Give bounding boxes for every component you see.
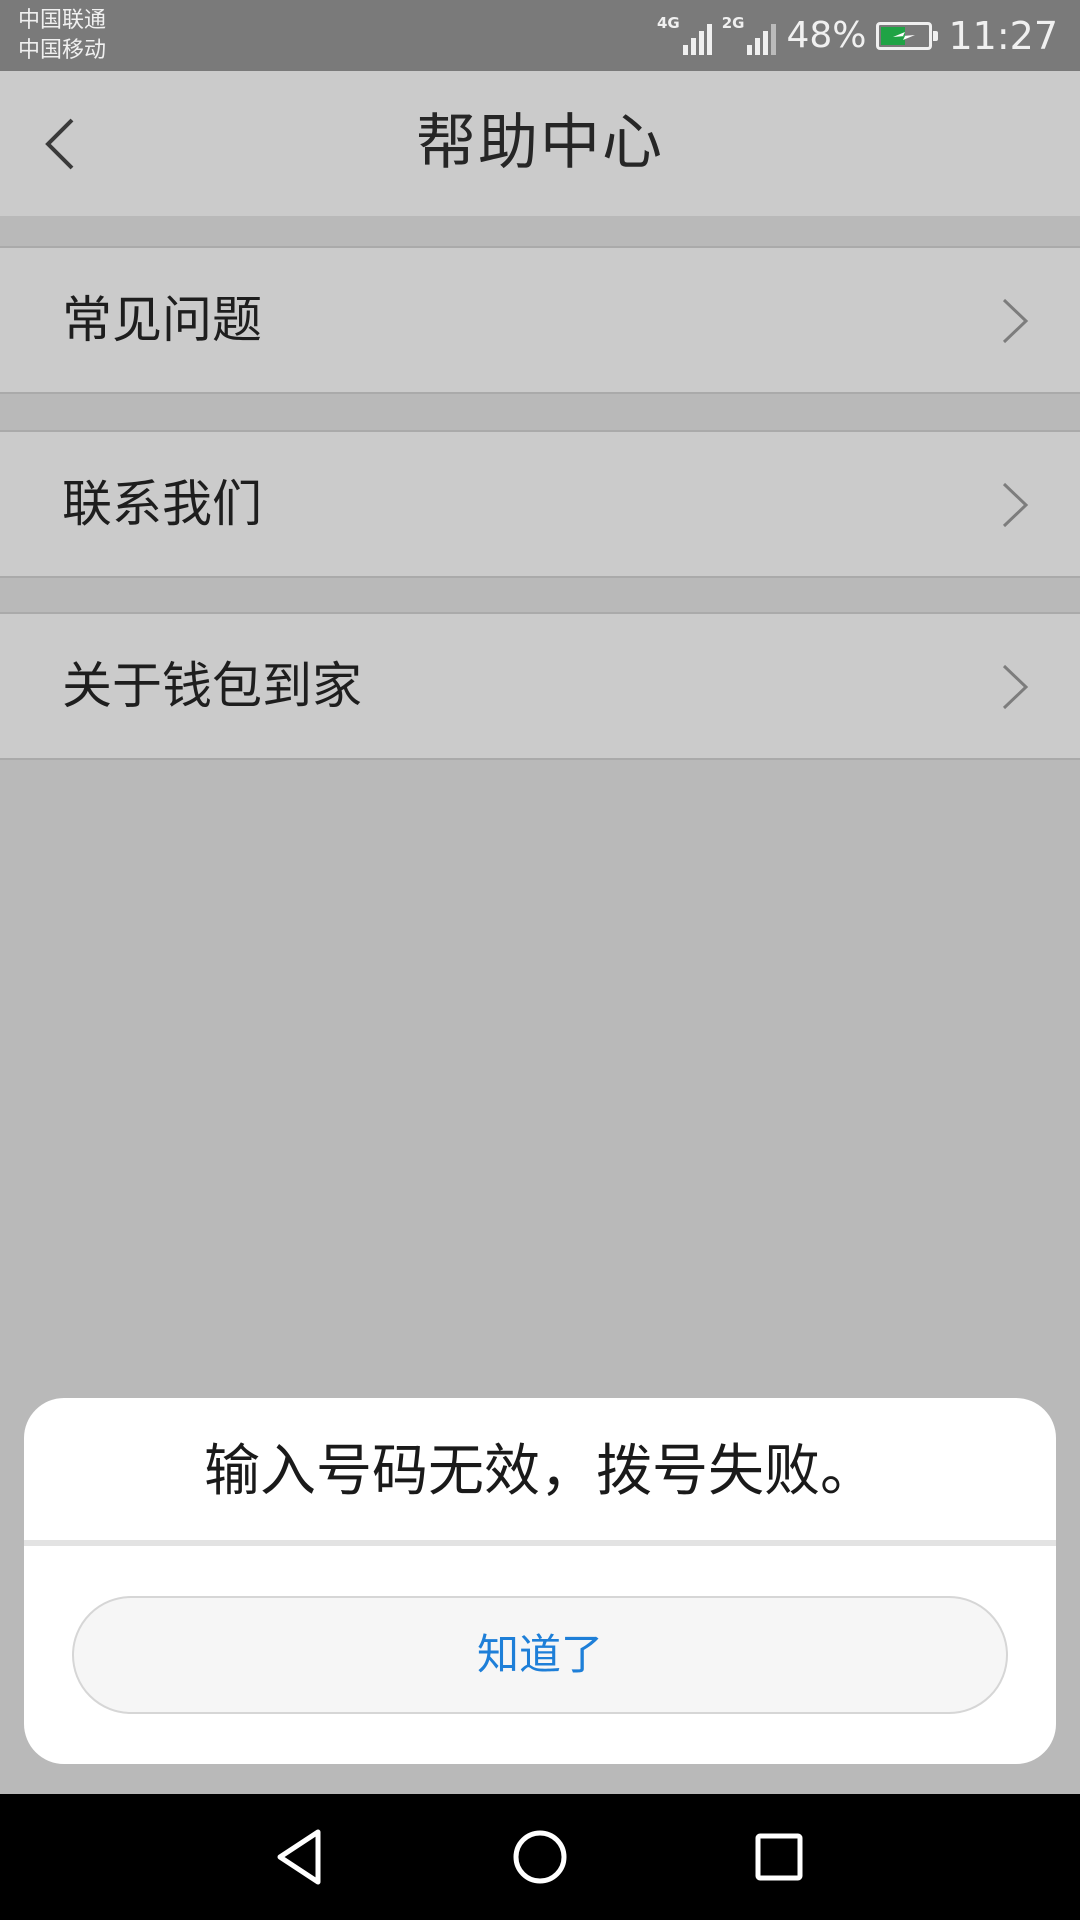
status-bar: 中国联通 中国移动 4G 2G 48% 11:27 — [0, 0, 1080, 71]
menu-item-label: 常见问题 — [62, 291, 262, 349]
app-header: 帮助中心 — [0, 71, 1080, 216]
chevron-right-icon — [1002, 298, 1029, 344]
chevron-right-icon — [1002, 482, 1029, 528]
network-type-2g: 2G — [721, 14, 745, 32]
carrier-1: 中国联通 — [18, 8, 107, 33]
triangle-back-icon[interactable] — [266, 1824, 332, 1890]
system-nav-bar — [0, 1794, 1080, 1920]
page-title: 帮助中心 — [416, 108, 664, 178]
charging-bolt-icon — [893, 31, 916, 40]
chevron-right-icon — [1002, 664, 1029, 710]
dialog-ok-button[interactable]: 知道了 — [72, 1596, 1008, 1714]
menu-item-about[interactable]: 关于钱包到家 — [0, 612, 1080, 760]
signal-2g: 2G — [722, 16, 777, 55]
carrier-names: 中国联通 中国移动 — [18, 6, 106, 66]
circle-home-icon[interactable] — [507, 1824, 573, 1890]
menu-item-faq[interactable]: 常见问题 — [0, 246, 1080, 394]
signal-bars-icon — [682, 21, 712, 55]
network-type-4g: 4G — [656, 14, 680, 32]
dialog-divider — [24, 1540, 1056, 1546]
signal-bars-icon — [747, 21, 777, 55]
square-recents-icon[interactable] — [746, 1824, 812, 1890]
alert-dialog: 输入号码无效，拨号失败。 知道了 — [24, 1398, 1056, 1764]
menu-item-contact-us[interactable]: 联系我们 — [0, 430, 1080, 578]
battery-icon — [876, 21, 939, 50]
menu-item-label: 关于钱包到家 — [62, 657, 362, 715]
signal-4g: 4G — [657, 16, 712, 55]
clock: 11:27 — [948, 13, 1058, 58]
battery-percent: 48% — [786, 15, 867, 56]
dialog-message: 输入号码无效，拨号失败。 — [204, 1439, 876, 1504]
status-indicators: 4G 2G 48% 11:27 — [657, 0, 1058, 71]
carrier-2: 中国移动 — [18, 38, 107, 63]
menu-item-label: 联系我们 — [62, 475, 262, 533]
